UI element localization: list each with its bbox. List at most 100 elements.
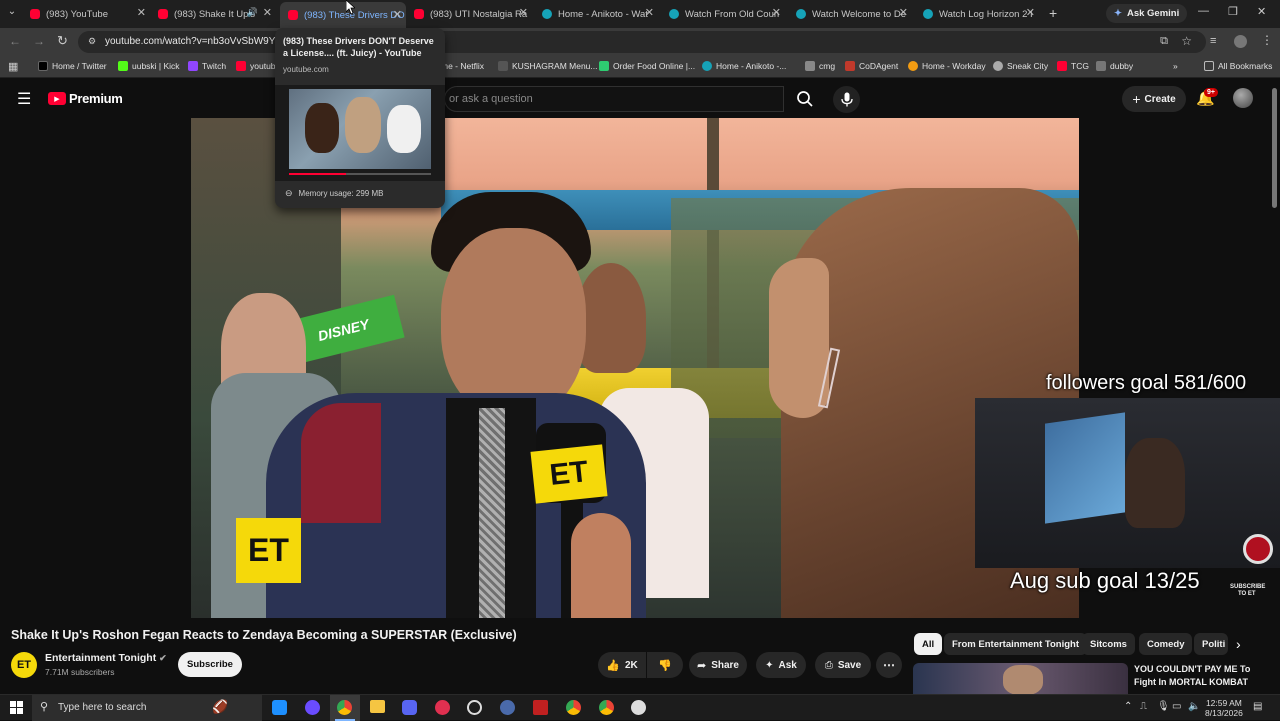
tab-these-drivers[interactable]: (983) These Drivers DO ✕	[280, 2, 406, 28]
like-button[interactable]: 👍 2K	[598, 652, 646, 678]
address-bar[interactable]: ⚙ youtube.com/watch?v=nb3oVvSbW9Y ⧉ ☆	[78, 31, 1206, 53]
account-avatar[interactable]	[1233, 88, 1253, 108]
clock-app-icon[interactable]	[631, 700, 646, 715]
window-close-button[interactable]: ✕	[1257, 5, 1266, 18]
menu-icon[interactable]: ⋮	[1261, 33, 1273, 47]
microphone-icon[interactable]: 🎙	[1157, 701, 1170, 712]
discord-icon[interactable]	[402, 700, 417, 715]
volume-icon[interactable]: 🔈	[1188, 701, 1200, 712]
bookmark-codagent[interactable]: CoDAgent	[845, 61, 898, 71]
close-icon[interactable]: ✕	[899, 6, 908, 19]
taskbar-app-icon[interactable]	[533, 700, 548, 715]
bookmark-star-icon[interactable]: ☆	[1181, 34, 1192, 48]
tab-youtube-home[interactable]: (983) YouTube ✕	[30, 4, 150, 24]
chrome-icon[interactable]	[566, 700, 581, 715]
more-bookmarks-icon[interactable]: »	[1173, 61, 1178, 71]
site-info-icon[interactable]: ⚙	[88, 36, 96, 47]
bookmark-twitter[interactable]: Home / Twitter	[38, 61, 107, 71]
chip-sitcoms[interactable]: Sitcoms	[1082, 633, 1135, 655]
close-icon[interactable]: ✕	[263, 6, 272, 19]
recommended-thumbnail[interactable]	[913, 663, 1128, 694]
speaker-icon[interactable]: 🔊	[247, 7, 258, 18]
install-icon[interactable]: ⧉	[1160, 35, 1168, 48]
apps-grid-icon[interactable]: ▦	[8, 60, 18, 73]
taskbar-search-box[interactable]: ⚲ Type here to search 🏈	[32, 695, 262, 721]
channel-avatar[interactable]: ET	[11, 652, 37, 678]
recommended-title[interactable]: YOU COULDN'T PAY ME To Fight In MORTAL K…	[1134, 663, 1250, 689]
subscriber-count: 7.71M subscribers	[45, 667, 115, 677]
taskbar-app-icon[interactable]	[435, 700, 450, 715]
chip-politics[interactable]: Politi	[1194, 633, 1228, 655]
network-icon[interactable]: ⎍	[1140, 701, 1147, 712]
bookmark-kick[interactable]: uubski | Kick	[118, 61, 180, 71]
tab-old-coun[interactable]: Watch From Old Coun ✕	[669, 4, 785, 24]
voice-search-button[interactable]	[833, 86, 860, 113]
page-scrollbar[interactable]	[1272, 88, 1277, 208]
chrome-icon[interactable]	[599, 700, 614, 715]
tab-shake-it-up[interactable]: (983) Shake It Up's 🔊 ✕	[158, 4, 276, 24]
share-button[interactable]: ➦ Share	[689, 652, 747, 678]
close-icon[interactable]: ✕	[1026, 6, 1035, 19]
all-bookmarks-button[interactable]: All Bookmarks	[1204, 61, 1272, 71]
bookmark-tcg[interactable]: TCG	[1057, 61, 1089, 71]
tray-chevron-icon[interactable]: ⌃	[1124, 701, 1132, 712]
dislike-button[interactable]: 👎	[647, 652, 683, 678]
ask-gemini-button[interactable]: ✦ Ask Gemini	[1106, 4, 1188, 23]
bookmark-anikoto[interactable]: Home - Anikoto -...	[702, 61, 786, 71]
bookmark-cmg[interactable]: cmg	[805, 61, 835, 71]
create-button[interactable]: + Create	[1122, 86, 1186, 112]
search-input[interactable]: or ask a question	[444, 86, 784, 112]
windows-start-button[interactable]	[10, 701, 23, 719]
taskbar-app-icon[interactable]	[272, 700, 287, 715]
ask-button[interactable]: ✦ Ask	[756, 652, 806, 678]
taskbar-search-placeholder: Type here to search	[58, 702, 147, 713]
search-icon	[797, 91, 813, 107]
bookmark-youtube[interactable]: youtub	[236, 61, 276, 71]
taskbar-chrome-active[interactable]	[330, 695, 360, 721]
bookmark-dubby[interactable]: dubby	[1096, 61, 1133, 71]
more-actions-button[interactable]: ⋯	[876, 652, 902, 678]
bookmark-workday[interactable]: Home - Workday	[908, 61, 986, 71]
close-icon[interactable]: ✕	[137, 6, 146, 19]
file-explorer-icon[interactable]	[370, 700, 385, 713]
close-icon[interactable]: ✕	[393, 8, 402, 21]
subscribe-button[interactable]: Subscribe	[178, 652, 242, 677]
bookmark-sneak-city[interactable]: Sneak City	[993, 61, 1048, 71]
profile-avatar[interactable]	[1234, 35, 1247, 48]
bookmark-twitch[interactable]: Twitch	[188, 61, 226, 71]
taskbar-app-icon[interactable]	[467, 700, 482, 715]
save-button[interactable]: ⎙ Save	[815, 652, 871, 678]
search-button[interactable]	[788, 86, 822, 112]
tab-title: Watch Log Horizon 2 I	[939, 8, 1033, 20]
chip-all[interactable]: All	[914, 633, 943, 655]
maximize-button[interactable]: ❐	[1228, 5, 1238, 18]
taskbar-clock[interactable]: 12:59 AM 8/13/2026	[1205, 698, 1243, 718]
tab-search-icon[interactable]: ⌄	[4, 6, 20, 22]
bookmark-netflix[interactable]: me - Netflix	[441, 61, 484, 71]
notification-center-icon[interactable]: ▤	[1253, 701, 1262, 712]
bookmark-order-food[interactable]: Order Food Online |...	[599, 61, 695, 71]
close-icon[interactable]: ✕	[645, 6, 654, 19]
chips-next-icon[interactable]: ›	[1236, 636, 1241, 652]
channel-name[interactable]: Entertainment Tonight ✔	[45, 652, 167, 664]
reading-list-icon[interactable]: ≡	[1210, 35, 1216, 47]
taskbar-app-icon[interactable]	[305, 700, 320, 715]
bookmark-kushagram[interactable]: KUSHAGRAM Menu...	[498, 61, 598, 71]
minimize-button[interactable]: —	[1198, 5, 1209, 17]
tab-welcome[interactable]: Watch Welcome to De ✕	[796, 4, 912, 24]
close-icon[interactable]: ✕	[772, 6, 781, 19]
chip-from-et[interactable]: From Entertainment Tonight	[944, 633, 1088, 655]
display-icon[interactable]: ▭	[1172, 701, 1181, 712]
tab-anikoto[interactable]: Home - Anikoto - Wat ✕	[542, 4, 658, 24]
new-tab-button[interactable]: +	[1049, 5, 1057, 21]
close-icon[interactable]: ✕	[519, 6, 528, 19]
youtube-logo[interactable]: ▶ Premium	[48, 91, 123, 106]
taskbar-app-icon[interactable]	[500, 700, 515, 715]
reload-icon[interactable]: ↻	[57, 33, 68, 49]
tab-uti-nostalgia[interactable]: (983) UTI Nostalgia Ra ✕	[414, 4, 532, 24]
chip-comedy[interactable]: Comedy	[1139, 633, 1193, 655]
forward-icon[interactable]: →	[33, 34, 45, 48]
tab-log-horizon[interactable]: Watch Log Horizon 2 I ✕	[923, 4, 1039, 24]
back-icon[interactable]: ←	[9, 34, 21, 48]
hamburger-menu-icon[interactable]: ☰	[17, 89, 31, 109]
